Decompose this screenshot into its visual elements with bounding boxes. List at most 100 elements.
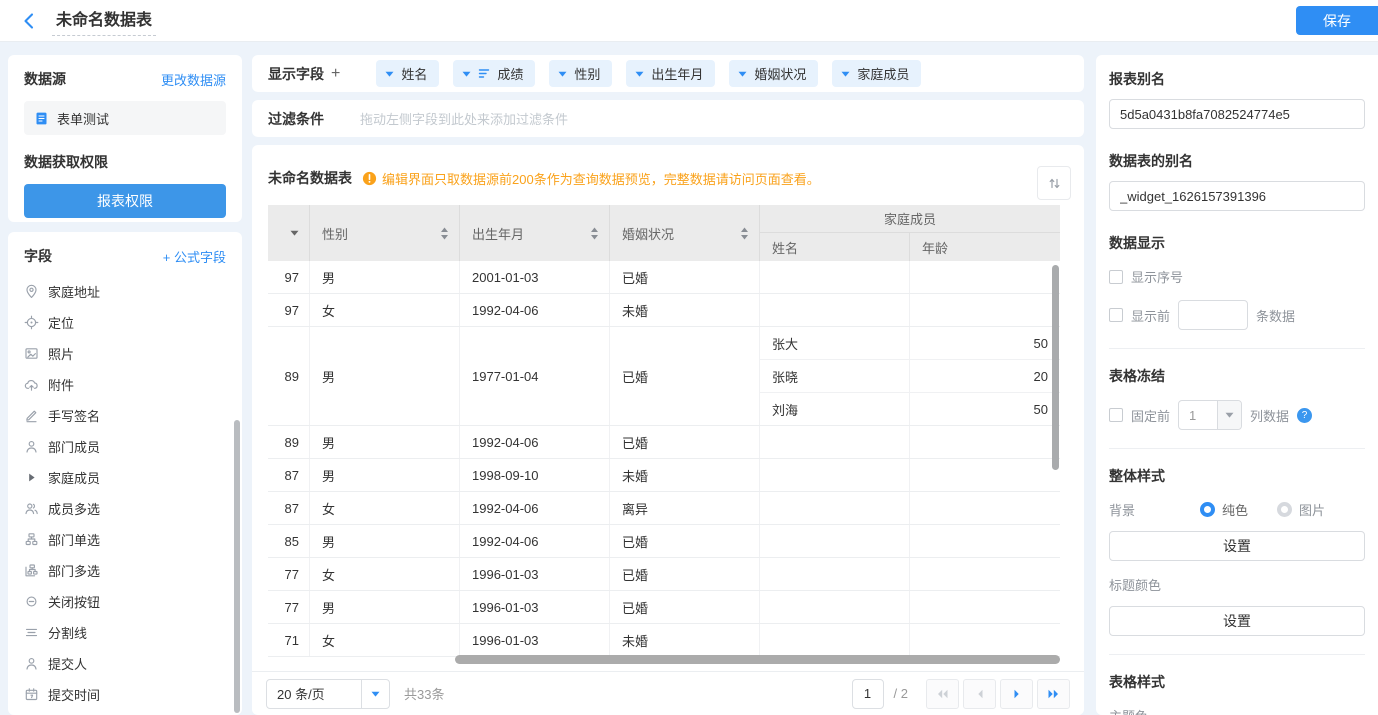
show-first-count-input[interactable]: [1178, 300, 1248, 330]
birth-cell: 1977-01-04: [460, 327, 610, 425]
score-column-menu[interactable]: [268, 205, 310, 261]
field-item[interactable]: 分割线: [24, 617, 226, 648]
field-item[interactable]: 部门多选: [24, 555, 226, 586]
score-cell: 89: [268, 327, 310, 425]
next-page-button[interactable]: [1000, 679, 1033, 709]
table-sort-button[interactable]: [1037, 166, 1071, 200]
member-age-cell: 50: [910, 327, 1060, 359]
show-first-label: 显示前: [1131, 306, 1170, 325]
last-page-button[interactable]: [1037, 679, 1070, 709]
save-button[interactable]: 保存: [1296, 6, 1378, 35]
table-row: 97女1992-04-06未婚: [268, 294, 1060, 327]
field-item-label: 手写签名: [48, 406, 100, 425]
form-doc-icon: [34, 111, 49, 126]
table-horizontal-scrollbar[interactable]: [455, 655, 1060, 664]
score-cell: 87: [268, 492, 310, 524]
gender-cell: 女: [310, 294, 460, 326]
field-chip[interactable]: 家庭成员: [832, 60, 921, 87]
field-item[interactable]: 家庭地址: [24, 276, 226, 307]
display-fields-label: 显示字段: [268, 64, 324, 84]
score-cell: 71: [268, 624, 310, 656]
family-members-cell: [760, 624, 1060, 656]
member-age-cell: [910, 624, 1060, 656]
member-age-cell: [910, 591, 1060, 623]
show-index-label: 显示序号: [1131, 267, 1183, 286]
chevron-right-icon: [1013, 689, 1021, 699]
background-setting-button[interactable]: 设置: [1109, 531, 1365, 561]
divider-lines-icon: [24, 625, 39, 640]
field-chip[interactable]: 婚姻状况: [729, 60, 818, 87]
field-item[interactable]: 定位: [24, 307, 226, 338]
birth-cell: 1996-01-03: [460, 558, 610, 590]
field-item[interactable]: 手写签名: [24, 400, 226, 431]
image-radio[interactable]: [1277, 502, 1292, 517]
field-chip-label: 出生年月: [651, 64, 703, 83]
theme-color-label: 主题色: [1109, 706, 1365, 715]
double-chevron-left-icon: [936, 689, 949, 699]
freeze-suffix: 列数据: [1250, 406, 1289, 425]
field-chip-label: 成绩: [497, 64, 523, 83]
table-header: 性别 出生年月 婚姻状况 家庭成员 姓名 年龄: [268, 205, 1060, 261]
field-item[interactable]: 提交人: [24, 648, 226, 679]
field-item-label: 部门成员: [48, 437, 100, 456]
user-icon: [24, 656, 39, 671]
field-item[interactable]: 提交时间: [24, 679, 226, 710]
report-alias-input[interactable]: [1109, 99, 1365, 129]
formula-field-link[interactable]: + 公式字段: [163, 247, 226, 266]
prev-page-button[interactable]: [963, 679, 996, 709]
help-icon[interactable]: ?: [1297, 408, 1312, 423]
page-number-input[interactable]: [852, 679, 884, 709]
table-vertical-scrollbar[interactable]: [1052, 265, 1059, 470]
show-index-checkbox[interactable]: [1109, 270, 1123, 284]
gender-cell: 女: [310, 492, 460, 524]
page-title[interactable]: 未命名数据表: [52, 6, 156, 36]
show-first-checkbox[interactable]: [1109, 308, 1123, 322]
field-item-label: 附件: [48, 375, 74, 394]
freeze-checkbox[interactable]: [1109, 408, 1123, 422]
freeze-count-value: 1: [1179, 401, 1217, 429]
page-size-select[interactable]: 20 条/页: [266, 679, 390, 709]
settings-panel: 报表别名 数据表的别名 数据显示 显示序号 显示前 条数据 表格冻结 固定前 1: [1096, 55, 1378, 715]
field-chip[interactable]: 性别: [549, 60, 612, 87]
birth-cell: 1996-01-03: [460, 591, 610, 623]
report-permission-button[interactable]: 报表权限: [24, 184, 226, 218]
fields-scrollbar[interactable]: [234, 420, 240, 713]
table-alias-input[interactable]: [1109, 181, 1365, 211]
table-style-label: 表格样式: [1109, 672, 1365, 692]
member-name-cell: [760, 558, 910, 590]
field-chip[interactable]: 姓名: [376, 60, 439, 87]
filter-label: 过滤条件: [268, 109, 324, 129]
back-button[interactable]: [18, 11, 38, 31]
score-cell: 77: [268, 591, 310, 623]
warning-icon: [362, 171, 377, 186]
title-color-setting-button[interactable]: 设置: [1109, 606, 1365, 636]
field-item[interactable]: 照片: [24, 338, 226, 369]
solid-color-radio[interactable]: [1200, 502, 1215, 517]
gender-cell: 女: [310, 624, 460, 656]
field-item[interactable]: 部门单选: [24, 524, 226, 555]
add-display-field-button[interactable]: +: [331, 66, 340, 82]
member-name-cell: [760, 261, 910, 293]
freeze-prefix: 固定前: [1131, 406, 1170, 425]
birth-column-header[interactable]: 出生年月: [460, 205, 610, 261]
filter-dropzone[interactable]: 拖动左侧字段到此处来添加过滤条件: [360, 109, 1068, 128]
field-item[interactable]: 关闭按钮: [24, 586, 226, 617]
field-chip-label: 姓名: [401, 64, 427, 83]
member-name-cell: [760, 525, 910, 557]
field-chip[interactable]: 成绩: [453, 60, 535, 87]
field-chip-label: 婚姻状况: [754, 64, 806, 83]
field-item[interactable]: 部门成员: [24, 431, 226, 462]
member-name-cell: [760, 591, 910, 623]
field-item[interactable]: 附件: [24, 369, 226, 400]
family-members-cell: 张大50张晓20刘海50: [760, 327, 1060, 425]
chevron-down-icon: [385, 71, 394, 77]
marriage-column-header[interactable]: 婚姻状况: [610, 205, 760, 261]
gender-column-header[interactable]: 性别: [310, 205, 460, 261]
freeze-count-select[interactable]: 1: [1178, 400, 1242, 430]
first-page-button[interactable]: [926, 679, 959, 709]
field-chip[interactable]: 出生年月: [626, 60, 715, 87]
field-item[interactable]: 成员多选: [24, 493, 226, 524]
change-datasource-link[interactable]: 更改数据源: [161, 70, 226, 89]
field-item[interactable]: 家庭成员: [24, 462, 226, 493]
table-row: 87女1992-04-06离异: [268, 492, 1060, 525]
